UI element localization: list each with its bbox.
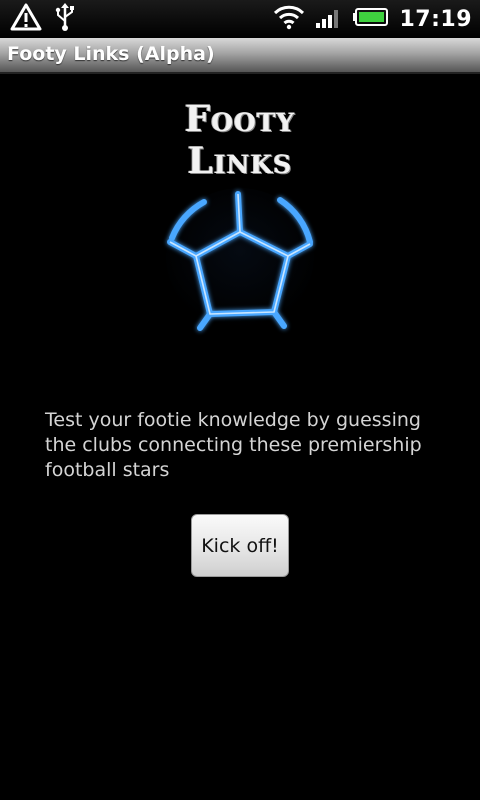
clock: 17:19 — [399, 6, 472, 32]
usb-icon — [54, 2, 76, 36]
wifi-icon — [273, 4, 305, 34]
kick-off-button[interactable]: Kick off! — [191, 514, 289, 577]
app-logo: Footy Links — [160, 96, 320, 336]
battery-icon — [353, 7, 389, 31]
signal-icon — [315, 5, 343, 33]
status-bar: 17:19 — [0, 0, 480, 38]
logo-text-line1: Footy — [184, 98, 296, 140]
system-indicators: 17:19 — [273, 0, 472, 38]
intro-description: Test your footie knowledge by guessing t… — [45, 409, 422, 481]
soccer-ball-icon — [162, 186, 318, 336]
notification-area — [10, 2, 76, 36]
logo-text-line2: Links — [187, 140, 293, 182]
app-title-bar: Footy Links (Alpha) — [0, 38, 480, 74]
alert-triangle-icon — [10, 2, 42, 36]
app-title: Footy Links (Alpha) — [7, 43, 215, 65]
